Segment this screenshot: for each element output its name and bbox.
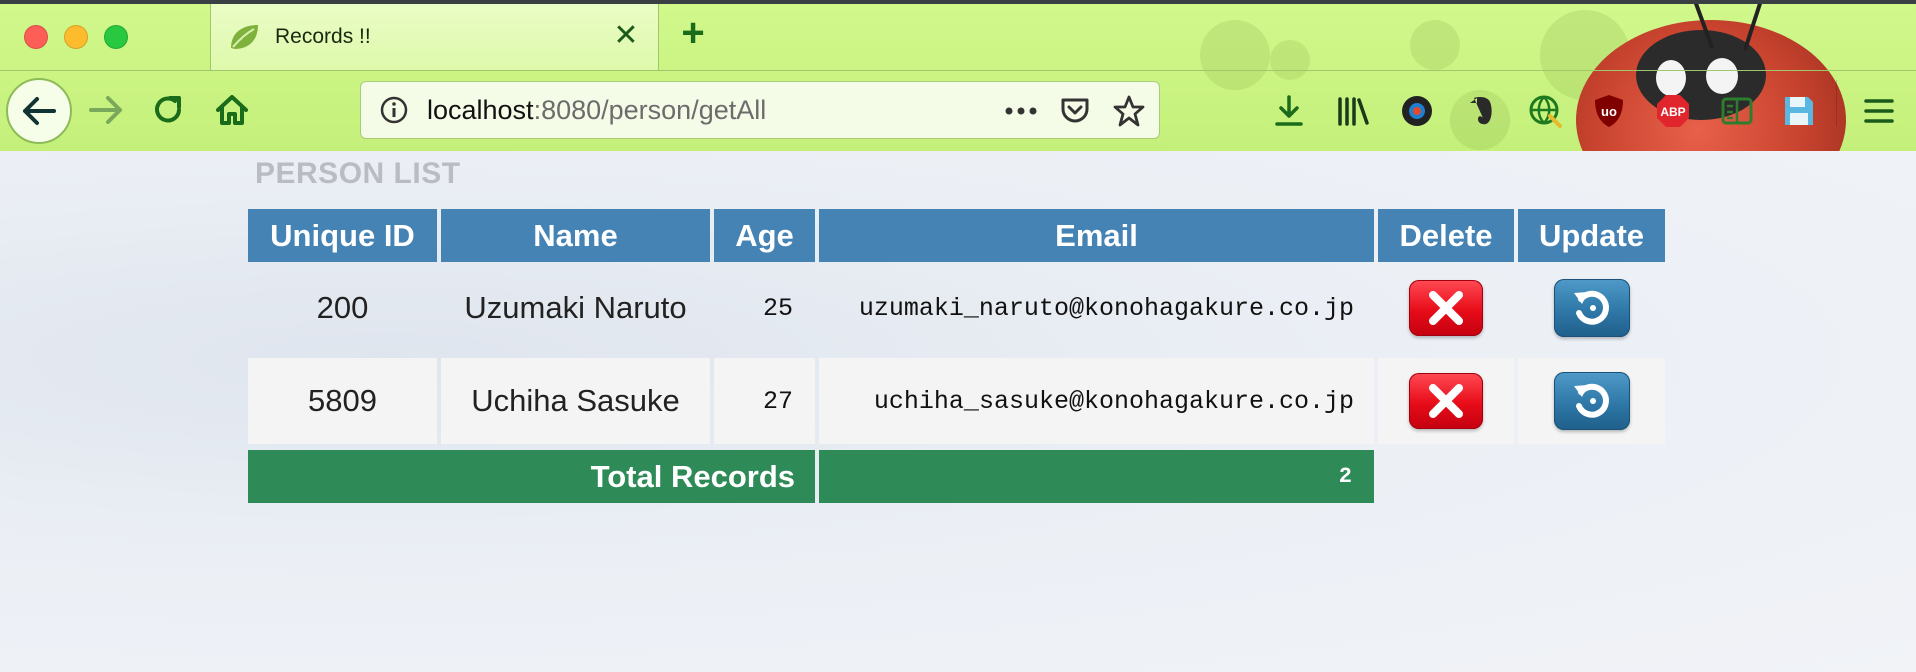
update-cell	[1518, 358, 1665, 444]
column-header-email: Email	[819, 209, 1374, 262]
browser-tab[interactable]: Records !! ✕	[210, 4, 659, 70]
total-records-label-cell: Total Records	[248, 450, 815, 503]
column-header-update: Update	[1518, 209, 1665, 262]
toolbar-separator	[1836, 80, 1837, 126]
svg-text:ABP: ABP	[1660, 105, 1685, 119]
cell-name: Uchiha Sasuke	[441, 358, 710, 444]
tab-close-icon[interactable]: ✕	[612, 21, 640, 51]
spring-leaf-icon	[227, 22, 261, 52]
bookmark-star-icon[interactable]	[1111, 94, 1147, 128]
url-actions	[1003, 94, 1147, 128]
update-button[interactable]	[1553, 279, 1630, 337]
minimize-window-button[interactable]	[64, 25, 88, 49]
page-title: PERSON LIST	[255, 157, 461, 190]
extension-icon[interactable]	[1398, 92, 1436, 130]
update-button[interactable]	[1553, 372, 1630, 430]
column-header-age: Age	[714, 209, 815, 262]
page-content: PERSON LIST Unique ID Name Age Email Del…	[0, 151, 1916, 672]
delete-cell	[1378, 358, 1514, 444]
evernote-icon[interactable]	[1462, 92, 1500, 130]
delete-button[interactable]	[1409, 280, 1483, 336]
cell-email: uchiha_sasuke@konohagakure.co.jp	[819, 358, 1374, 444]
cell-unique-id: 5809	[248, 358, 437, 444]
menu-icon[interactable]	[1860, 92, 1898, 130]
home-button[interactable]	[210, 88, 254, 132]
ladybug-eye	[1656, 60, 1686, 96]
back-arrow-icon	[23, 97, 56, 125]
tab-title: Records !!	[275, 25, 371, 48]
library-icon[interactable]	[1334, 92, 1372, 130]
address-bar[interactable]: localhost:8080/person/getAll	[360, 81, 1160, 139]
column-header-delete: Delete	[1378, 209, 1514, 262]
update-refresh-icon	[1573, 383, 1609, 418]
forward-button[interactable]	[84, 88, 128, 132]
reload-icon	[155, 96, 181, 123]
adblock-plus-icon[interactable]: ABP	[1654, 92, 1692, 130]
update-refresh-icon	[1573, 290, 1609, 325]
close-window-button[interactable]	[24, 25, 48, 49]
delete-button[interactable]	[1409, 373, 1483, 429]
url-host: localhost	[427, 94, 534, 125]
cell-name: Uzumaki Naruto	[464, 290, 687, 325]
pocket-icon[interactable]	[1057, 94, 1093, 128]
column-header-unique-id: Unique ID	[248, 209, 437, 262]
background-bubble	[1410, 20, 1460, 70]
update-cell	[1518, 265, 1665, 351]
url-path: :8080/person/getAll	[533, 94, 767, 125]
column-header-name: Name	[441, 209, 710, 262]
delete-x-icon	[1429, 384, 1463, 418]
reader-icon[interactable]	[1718, 92, 1756, 130]
total-records-value: 2	[1338, 464, 1352, 489]
url-text[interactable]: localhost:8080/person/getAll	[427, 95, 766, 126]
background-bubble	[1270, 40, 1310, 80]
more-actions-icon[interactable]	[1003, 94, 1039, 128]
download-icon[interactable]	[1270, 92, 1308, 130]
reload-button[interactable]	[146, 88, 190, 132]
delete-x-icon	[1429, 291, 1463, 325]
new-tab-plus-icon[interactable]: +	[676, 13, 710, 53]
forward-arrow-icon	[89, 96, 122, 124]
total-records-label: Total Records	[590, 458, 795, 494]
total-records-value-cell: 2	[819, 450, 1374, 503]
cell-email: uzumaki_naruto@konohagakure.co.jp	[858, 293, 1354, 323]
cell-unique-id: 200	[316, 290, 369, 325]
ublock-icon[interactable]: uo	[1590, 92, 1628, 130]
save-icon[interactable]	[1780, 92, 1818, 130]
ladybug-eye	[1706, 58, 1738, 94]
zoom-window-button[interactable]	[104, 25, 128, 49]
back-button[interactable]	[6, 78, 72, 144]
svg-text:uo: uo	[1601, 104, 1617, 119]
delete-cell	[1378, 265, 1514, 351]
cell-age: 27	[714, 358, 815, 444]
cell-age: 25	[762, 293, 793, 323]
background-bubble	[1200, 20, 1270, 90]
home-icon	[216, 95, 248, 125]
globe-extension-icon[interactable]	[1526, 92, 1564, 130]
tabstrip-divider	[0, 70, 1916, 71]
info-icon[interactable]	[379, 95, 409, 125]
